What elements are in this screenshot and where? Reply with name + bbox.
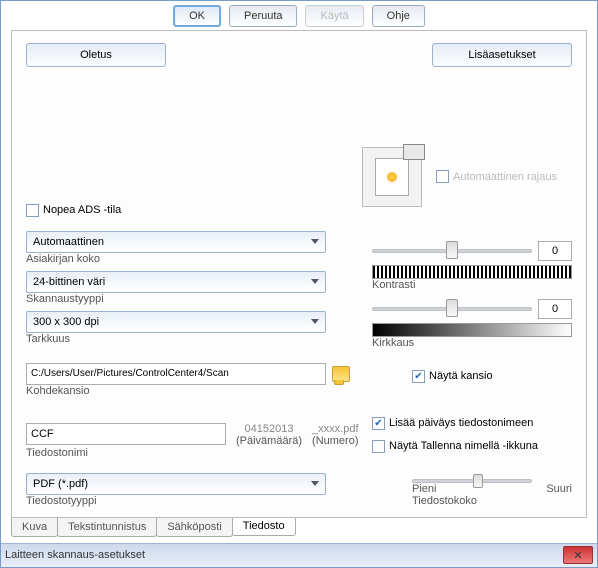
add-date-row[interactable]: Lisää päiväys tiedostonimeen [372, 417, 572, 430]
tab-kuva[interactable]: Kuva [11, 518, 58, 537]
show-saveas-label: Näytä Tallenna nimellä -ikkuna [389, 441, 538, 453]
chevron-down-icon [311, 280, 319, 285]
scantype-label: Skannaustyyppi [26, 293, 104, 305]
contrast-value[interactable]: 0 [538, 241, 572, 261]
filesize-label: Tiedostokoko [412, 495, 477, 507]
slider-thumb[interactable] [473, 474, 483, 488]
tab-sahkoposti[interactable]: Sähköposti [156, 518, 232, 537]
show-saveas-checkbox[interactable] [372, 440, 385, 453]
chevron-down-icon [311, 320, 319, 325]
filesize-slider[interactable] [412, 479, 532, 483]
brightness-value[interactable]: 0 [538, 299, 572, 319]
dialog-window: Laitteen skannaus-asetukset ✕ Kuva Tekst… [0, 0, 598, 568]
brightness-slider[interactable] [372, 307, 532, 311]
dialog-button-row: OK Peruuta Käytä Ohje [173, 5, 425, 27]
autocrop-checkbox[interactable] [436, 171, 449, 184]
help-button[interactable]: Ohje [372, 5, 425, 27]
num-suffix: _xxxx.pdf [312, 423, 358, 435]
contrast-slider[interactable] [372, 249, 532, 253]
ok-button[interactable]: OK [173, 5, 221, 27]
cancel-button[interactable]: Peruuta [229, 5, 298, 27]
contrast-gradient [372, 265, 572, 279]
show-folder-checkbox[interactable] [412, 370, 425, 383]
fast-adf-row[interactable]: Nopea ADS -tila [26, 204, 346, 217]
filesize-large: Suuri [546, 483, 572, 495]
destfolder-input[interactable]: C:/Users/User/Pictures/ControlCenter4/Sc… [26, 363, 326, 385]
tab-panel: Tiedostotyyppi PDF (*.pdf) Tiedostokoko … [11, 30, 587, 518]
autocrop-label: Automaattinen rajaus [453, 171, 557, 183]
autocrop-row[interactable]: Automaattinen rajaus [436, 171, 557, 184]
filetype-value: PDF (*.pdf) [33, 478, 88, 490]
brightness-gradient [372, 323, 572, 337]
docsize-select[interactable]: Automaattinen [26, 231, 326, 253]
resolution-select[interactable]: 300 x 300 dpi [26, 311, 326, 333]
docsize-label: Asiakirjan koko [26, 253, 100, 265]
num-label: (Numero) [312, 435, 358, 447]
brightness-label: Kirkkaus [372, 337, 414, 349]
add-date-checkbox[interactable] [372, 417, 385, 430]
browse-folder-button[interactable] [332, 366, 350, 382]
window-title: Laitteen skannaus-asetukset [5, 550, 145, 562]
add-date-label: Lisää päiväys tiedostonimeen [389, 418, 533, 430]
close-icon: ✕ [573, 549, 582, 562]
resolution-label: Tarkkuus [26, 333, 70, 345]
contrast-label: Kontrasti [372, 279, 415, 291]
fast-adf-label: Nopea ADS -tila [43, 205, 121, 217]
filetype-select[interactable]: PDF (*.pdf) [26, 473, 326, 495]
tab-tiedosto[interactable]: Tiedosto [232, 517, 296, 536]
tab-strip: Kuva Tekstintunnistus Sähköposti Tiedost… [11, 518, 597, 537]
advanced-button[interactable]: Lisäasetukset [432, 43, 572, 67]
chevron-down-icon [311, 240, 319, 245]
titlebar: Laitteen skannaus-asetukset ✕ [1, 543, 597, 567]
filename-label: Tiedostonimi [26, 447, 88, 459]
preview-overlay-icon [403, 144, 425, 160]
show-folder-row[interactable]: Näytä kansio [412, 370, 572, 383]
filetype-label: Tiedostotyyppi [26, 495, 97, 507]
date-label: (Päivämäärä) [236, 435, 302, 447]
sample-image-icon [375, 158, 409, 196]
close-button[interactable]: ✕ [563, 547, 593, 565]
show-saveas-row[interactable]: Näytä Tallenna nimellä -ikkuna [372, 440, 572, 453]
chevron-down-icon [311, 482, 319, 487]
slider-thumb[interactable] [446, 299, 458, 317]
show-folder-label: Näytä kansio [429, 371, 493, 383]
scantype-select[interactable]: 24-bittinen väri [26, 271, 326, 293]
filesize-small: Pieni [412, 483, 436, 495]
fast-adf-checkbox[interactable] [26, 204, 39, 217]
tab-tekstintunnistus[interactable]: Tekstintunnistus [57, 518, 157, 537]
preview-thumbnail [362, 147, 422, 207]
date-value: 04152013 [245, 423, 294, 435]
slider-thumb[interactable] [446, 241, 458, 259]
apply-button[interactable]: Käytä [306, 5, 364, 27]
destfolder-label: Kohdekansio [26, 385, 90, 397]
default-button[interactable]: Oletus [26, 43, 166, 67]
filename-input[interactable]: CCF [26, 423, 226, 445]
